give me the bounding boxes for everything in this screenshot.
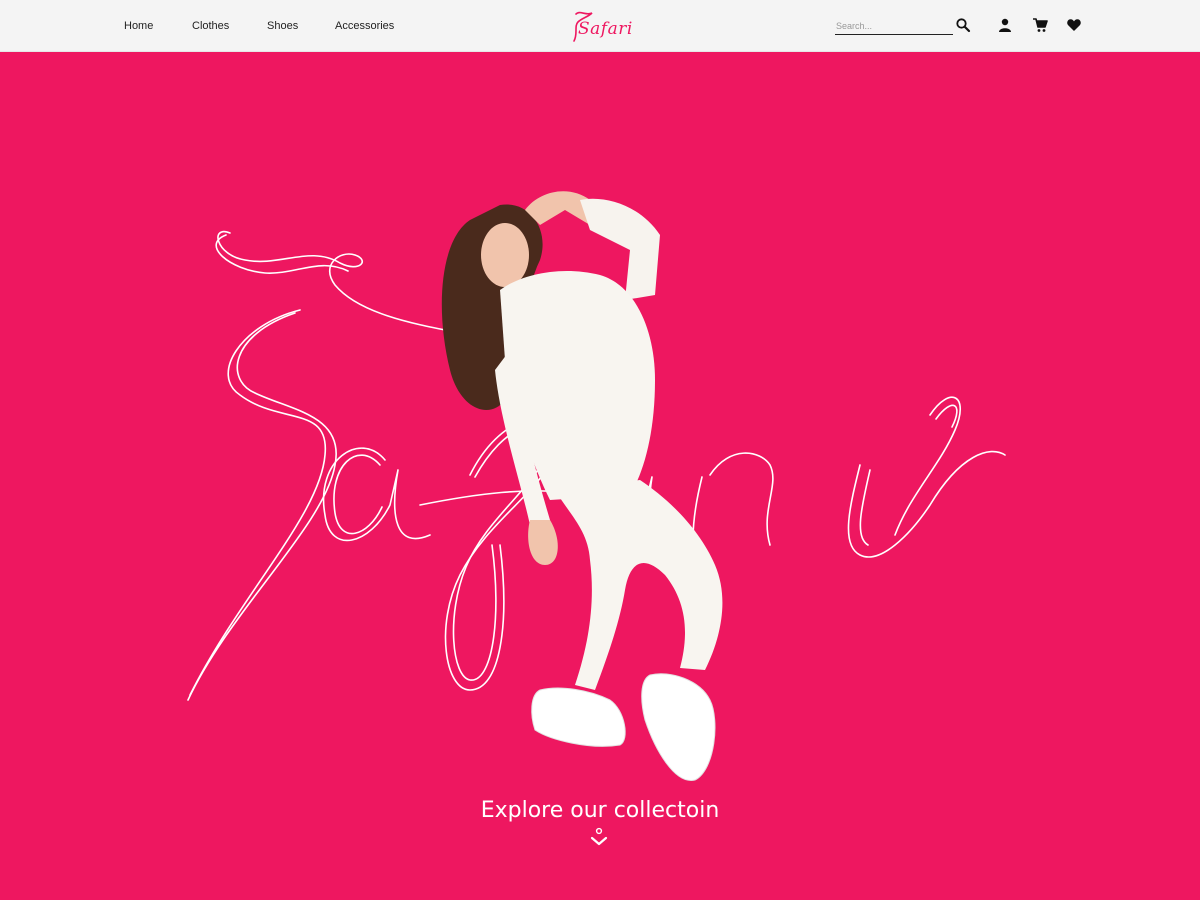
nav-item-accessories[interactable]: Accessories: [335, 20, 394, 32]
search-input[interactable]: [835, 19, 953, 35]
brand-logo[interactable]: Safari: [568, 8, 632, 44]
logo-text: Safari: [578, 19, 633, 39]
header-bar: Home Clothes Shoes Accessories Safari: [0, 0, 1200, 52]
nav-item-home[interactable]: Home: [124, 20, 192, 32]
explore-collection-link[interactable]: Explore our collectoin: [0, 798, 1200, 823]
heart-icon[interactable]: [1066, 17, 1082, 33]
chevron-down-icon[interactable]: [589, 827, 609, 849]
user-icon[interactable]: [997, 17, 1013, 33]
nav-item-clothes[interactable]: Clothes: [192, 20, 267, 32]
cart-icon[interactable]: [1032, 17, 1048, 33]
nav-item-shoes[interactable]: Shoes: [267, 20, 335, 32]
hero-model-image: [441, 191, 723, 781]
main-nav: Home Clothes Shoes Accessories: [124, 0, 394, 52]
page: Home Clothes Shoes Accessories Safari Se…: [0, 0, 1200, 900]
search-icon[interactable]: [955, 17, 971, 33]
